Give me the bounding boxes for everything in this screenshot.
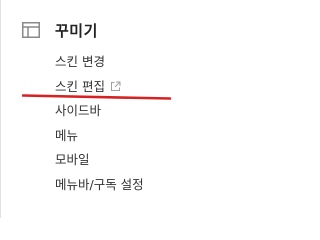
menu-item-label: 스킨 편집 <box>55 78 105 94</box>
menu-item-label: 모바일 <box>55 152 90 168</box>
section-title: 꾸미기 <box>55 21 98 40</box>
menu-item-label: 메뉴바/구독 설정 <box>55 176 144 192</box>
menu-item-sidebar[interactable]: 사이드바 <box>55 99 144 124</box>
menu-item-menubar-subscribe[interactable]: 메뉴바/구독 설정 <box>55 173 144 198</box>
settings-menu-panel: 꾸미기 스킨 변경 스킨 편집 사이드바 메뉴 모바일 메뉴바/구독 설정 <box>0 0 236 218</box>
external-link-icon <box>110 81 121 92</box>
section-header-customize[interactable]: 꾸미기 <box>22 20 98 40</box>
menu-item-menu[interactable]: 메뉴 <box>55 124 144 149</box>
menu-item-label: 사이드바 <box>55 103 102 119</box>
menu-item-label: 스킨 변경 <box>55 54 105 69</box>
customize-submenu: 스킨 변경 스킨 편집 사이드바 메뉴 모바일 메뉴바/구독 설정 <box>55 50 144 198</box>
layout-icon <box>22 22 40 38</box>
menu-item-label: 메뉴 <box>55 127 79 143</box>
menu-item-mobile[interactable]: 모바일 <box>55 148 144 173</box>
menu-item-skin-edit[interactable]: 스킨 편집 <box>55 75 144 100</box>
menu-item-skin-change[interactable]: 스킨 변경 <box>55 50 144 75</box>
